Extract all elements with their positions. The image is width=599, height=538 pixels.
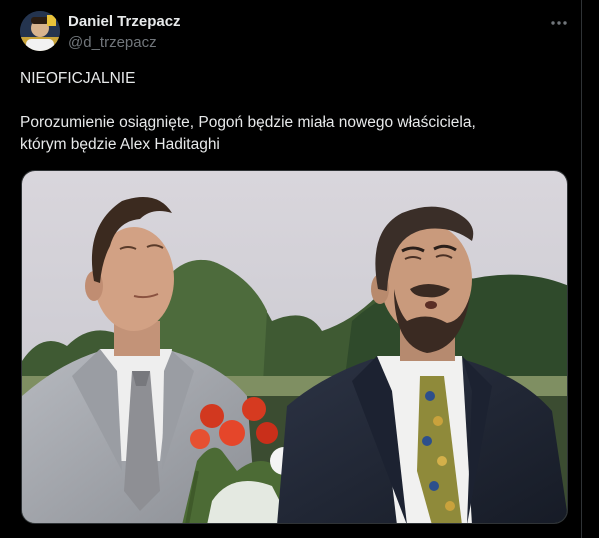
more-horizontal-icon (551, 21, 567, 25)
tweet-text: NIEOFICJALNIE Porozumienie osiągnięte, P… (20, 68, 565, 156)
author-handle[interactable]: @d_trzepacz (68, 34, 157, 51)
avatar-photo-icon (20, 11, 60, 51)
tweet-media-photo[interactable] (21, 170, 568, 524)
more-options-button[interactable] (546, 10, 572, 36)
tweet-text-line: którym będzie Alex Haditaghi (20, 136, 220, 153)
author-avatar[interactable] (20, 11, 60, 51)
tweet-text-line: Porozumienie osiągnięte, Pogoń będzie mi… (20, 114, 476, 131)
photo-image (22, 171, 567, 523)
tweet-text-line: NIEOFICJALNIE (20, 70, 136, 87)
author-display-name[interactable]: Daniel Trzepacz (68, 13, 181, 30)
tweet-card[interactable]: Daniel Trzepacz @d_trzepacz NIEOFICJALNI… (0, 0, 582, 538)
